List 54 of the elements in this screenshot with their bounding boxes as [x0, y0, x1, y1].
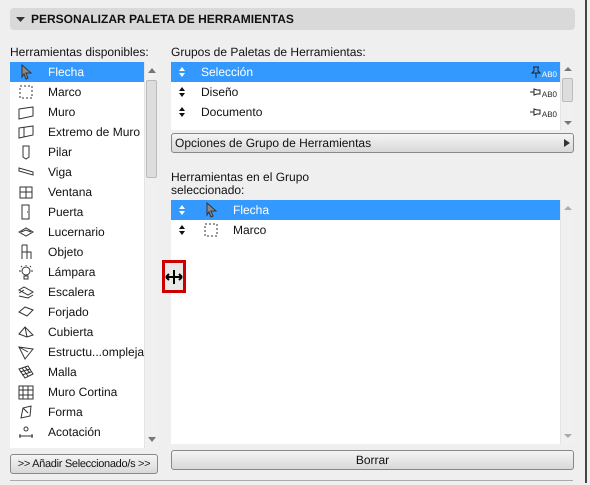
curtain-wall-icon: [18, 384, 34, 400]
list-item[interactable]: Viga: [10, 162, 144, 182]
shell-icon: [18, 344, 34, 360]
list-item[interactable]: Documento AB0: [171, 102, 560, 122]
list-label: Herramientas disponibles:: [10, 44, 150, 61]
list-item[interactable]: Estructu...ompleja: [10, 342, 144, 362]
list-item[interactable]: Extremo de Muro: [10, 122, 144, 142]
list-item[interactable]: Cubierta: [10, 322, 144, 342]
list-label: Grupos de Paletas de Herramientas:: [171, 44, 367, 61]
dashed-rect-icon: [18, 84, 34, 100]
list-item[interactable]: Acotación: [10, 422, 144, 442]
list-item[interactable]: Ventana: [10, 182, 144, 202]
list-item[interactable]: Objeto: [10, 242, 144, 262]
group-options-button[interactable]: Opciones de Grupo de Herramientas: [171, 133, 574, 153]
dashed-rect-icon: [203, 222, 219, 238]
list-item[interactable]: Lucernario: [10, 222, 144, 242]
list-item[interactable]: Marco: [10, 82, 144, 102]
window-icon: [18, 184, 34, 200]
disclosure-triangle-icon[interactable]: [16, 14, 25, 24]
list-label: Herramientas en el Grupo seleccionado:: [171, 171, 310, 197]
list-item[interactable]: Puerta: [10, 202, 144, 222]
wall-icon: [18, 104, 34, 120]
roof-icon: [18, 324, 34, 340]
list-item[interactable]: Forjado: [10, 302, 144, 322]
list-item[interactable]: Lámpara: [10, 262, 144, 282]
tag-label: AB0: [542, 109, 557, 119]
submenu-arrow-icon: [564, 139, 570, 147]
sort-handle-icon[interactable]: [177, 66, 187, 78]
list-item[interactable]: Marco: [171, 220, 560, 240]
pin-icon[interactable]: [530, 86, 542, 98]
list-item[interactable]: Diseño AB0: [171, 82, 560, 102]
section-title: PERSONALIZAR PALETA DE HERRAMIENTAS: [31, 11, 294, 28]
list-item[interactable]: Muro: [10, 102, 144, 122]
sort-handle-icon[interactable]: [177, 204, 187, 216]
mesh-icon: [18, 364, 34, 380]
dimension-icon: [18, 424, 34, 440]
tag-label: AB0: [542, 69, 557, 79]
list-item[interactable]: Forma: [10, 402, 144, 422]
list-item[interactable]: Escalera: [10, 282, 144, 302]
list-item[interactable]: Malla: [10, 362, 144, 382]
lamp-icon: [18, 264, 34, 280]
stair-icon: [18, 284, 34, 300]
sort-handle-icon[interactable]: [177, 86, 187, 98]
sort-handle-icon[interactable]: [177, 224, 187, 236]
morph-icon: [18, 404, 34, 420]
add-selected-button[interactable]: >> Añadir Seleccionado/s >>: [10, 454, 158, 474]
tag-label: AB0: [542, 89, 557, 99]
list-item[interactable]: Pilar: [10, 142, 144, 162]
delete-button[interactable]: Borrar: [171, 450, 574, 470]
wall-end-icon: [18, 124, 34, 140]
pin-icon[interactable]: [530, 106, 542, 118]
resize-cursor-icon[interactable]: [162, 260, 186, 293]
list-item[interactable]: Muro Cortina: [10, 382, 144, 402]
sort-handle-icon[interactable]: [177, 106, 187, 118]
